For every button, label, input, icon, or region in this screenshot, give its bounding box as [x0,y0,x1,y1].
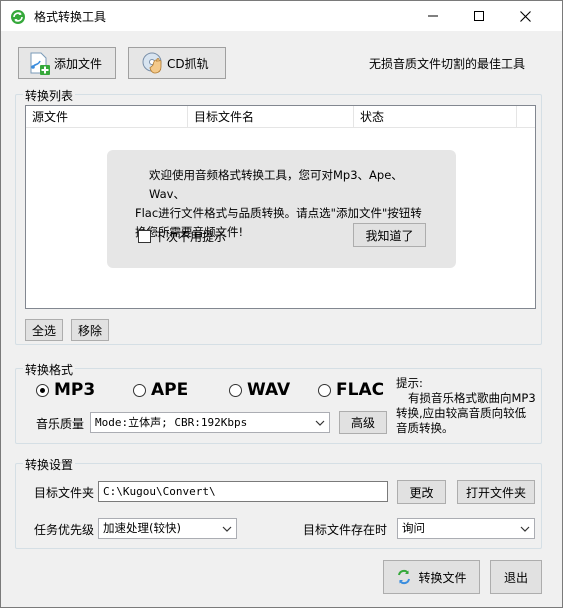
dont-show-again-checkbox[interactable] [138,230,151,243]
radio-wav[interactable] [229,383,242,397]
change-folder-button[interactable]: 更改 [397,480,446,504]
advanced-button[interactable]: 高级 [339,411,387,434]
convert-label: 转换文件 [418,570,467,585]
radio-flac-label: FLAC [336,380,385,400]
quality-select[interactable]: Mode:立体声; CBR:192Kbps [90,412,330,433]
file-exists-select[interactable]: 询问 [397,518,535,539]
format-hint: 提示: 有损音乐格式歌曲向MP3 转换,应由较高音质向较低 音质转换。 [396,376,551,436]
slogan-text: 无损音质文件切割的最佳工具 [369,57,526,71]
open-folder-button[interactable]: 打开文件夹 [457,480,535,504]
radio-mp3[interactable] [36,383,49,397]
got-it-button[interactable]: 我知道了 [353,223,426,247]
priority-select[interactable]: 加速处理(较快) [98,518,237,539]
hint-title: 提示: [396,376,423,390]
remove-button[interactable]: 移除 [71,319,109,341]
format-option-ape[interactable]: APE [133,379,188,401]
close-button[interactable] [502,1,548,31]
cd-rip-button[interactable]: CD抓轨 [128,47,226,79]
add-file-label: 添加文件 [54,56,103,71]
minimize-icon [428,15,438,17]
target-folder-label: 目标文件夹 [34,486,95,500]
column-target-name[interactable]: 目标文件名 [188,106,354,128]
convert-icon [396,569,412,585]
welcome-line-2: Flac进行文件格式与品质转换。请点选"添加文件"按钮转 [135,206,422,220]
target-folder-input[interactable]: C:\Kugou\Convert\ [98,481,388,502]
list-header: 源文件 目标文件名 状态 [26,106,535,128]
priority-value: 加速处理(较快) [103,521,181,535]
add-file-button[interactable]: 添加文件 [18,47,116,79]
app-window: 格式转换工具 添加文件 CD抓轨 无损音质文件切割的最佳工具 转换列表 源文件 … [0,0,563,608]
quality-value: Mode:立体声; CBR:192Kbps [95,416,248,429]
quality-label: 音乐质量 [36,417,85,431]
column-status[interactable]: 状态 [354,106,517,128]
cd-rip-label: CD抓轨 [167,56,209,71]
radio-wav-label: WAV [247,380,291,400]
hint-line-3: 音质转换。 [396,421,454,435]
hint-line-1: 有损音乐格式歌曲向MP3 [408,391,536,405]
file-exists-label: 目标文件存在时 [303,523,388,537]
radio-flac[interactable] [318,383,331,397]
format-option-wav[interactable]: WAV [229,379,290,401]
add-file-icon [27,51,51,75]
hint-line-2: 转换,应由较高音质向较低 [396,406,527,420]
exit-button[interactable]: 退出 [490,560,542,594]
conversion-list-title: 转换列表 [23,87,76,104]
chevron-down-icon [520,526,530,532]
settings-title: 转换设置 [23,456,76,473]
title-bar: 格式转换工具 [1,1,562,31]
select-all-button[interactable]: 全选 [25,319,63,341]
window-title: 格式转换工具 [34,10,107,24]
chevron-down-icon [315,420,325,426]
welcome-popup: 欢迎使用音频格式转换工具，您可对Mp3、Ape、Wav、 Flac进行文件格式与… [107,150,456,268]
priority-label: 任务优先级 [34,523,95,537]
format-title: 转换格式 [23,361,76,378]
format-option-flac[interactable]: FLAC [318,379,384,401]
maximize-button[interactable] [456,1,502,31]
file-exists-value: 询问 [402,521,425,535]
column-source-file[interactable]: 源文件 [26,106,188,128]
dont-show-again-label: 下次不用提示 [154,230,227,244]
radio-ape-label: APE [151,380,189,400]
convert-button[interactable]: 转换文件 [383,560,480,594]
minimize-button[interactable] [410,1,456,31]
welcome-line-1: 欢迎使用音频格式转换工具，您可对Mp3、Ape、Wav、 [149,168,403,201]
format-option-mp3[interactable]: MP3 [36,379,95,401]
chevron-down-icon [222,526,232,532]
cd-hand-icon [141,51,165,75]
maximize-icon [474,11,484,21]
app-logo-icon [10,9,26,25]
close-icon [519,10,531,22]
radio-mp3-label: MP3 [54,380,96,400]
radio-ape[interactable] [133,383,146,397]
